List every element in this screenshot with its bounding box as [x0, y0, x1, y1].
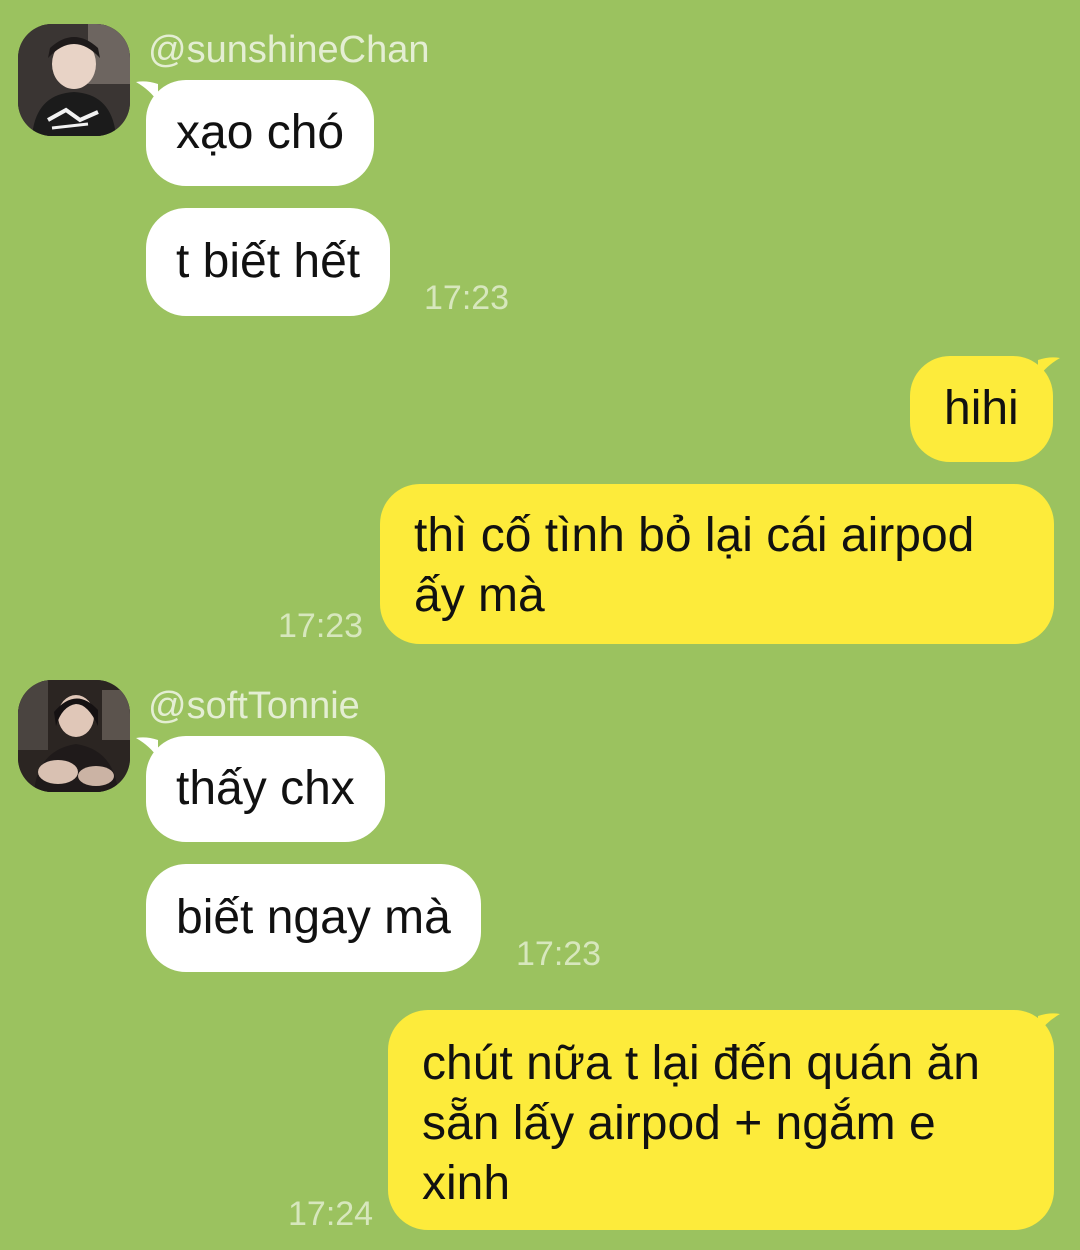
username-label: @sunshineChan: [148, 29, 430, 71]
message-bubble-incoming[interactable]: xạo chó: [146, 80, 375, 186]
avatar-sunshinechan[interactable]: [18, 24, 130, 136]
username-label: @softTonnie: [148, 685, 360, 727]
user-avatar-icon: [18, 24, 130, 136]
bubble-tail: [1038, 357, 1060, 378]
message-line: thì cố tình bỏ lại cái airpod: [414, 509, 975, 562]
message-bubble-incoming[interactable]: thấy chx: [146, 736, 385, 842]
message-timestamp: 17:24: [288, 1195, 374, 1233]
bubble-tail: [136, 737, 158, 758]
message-line: sẵn lấy airpod + ngắm e: [422, 1097, 936, 1150]
message-bubble-incoming[interactable]: biết ngay mà: [146, 864, 481, 972]
message-bubble-outgoing[interactable]: hihi: [910, 356, 1053, 462]
message-text: t biết hết: [176, 235, 361, 288]
message-text: hihi: [944, 382, 1019, 435]
message-bubble-outgoing[interactable]: thì cố tình bỏ lại cái airpod ấy mà: [380, 484, 1054, 644]
user-avatar-icon: [18, 680, 130, 792]
message-text: chút nữa t lại đến quán ăn sẵn lấy airpo…: [422, 1034, 1020, 1214]
message-text: xạo chó: [176, 106, 345, 159]
avatar-softtonnie[interactable]: [18, 680, 130, 792]
message-line: chút nữa t lại đến quán ăn: [422, 1037, 980, 1090]
message-timestamp: 17:23: [424, 279, 510, 317]
message-timestamp: 17:23: [516, 935, 602, 973]
bubble-tail: [1038, 1013, 1060, 1034]
bubble-tail: [136, 81, 158, 102]
message-text: thấy chx: [176, 762, 355, 815]
message-line: xinh: [422, 1157, 511, 1210]
message-bubble-outgoing[interactable]: chút nữa t lại đến quán ăn sẵn lấy airpo…: [388, 1010, 1054, 1230]
message-text: thì cố tình bỏ lại cái airpod ấy mà: [414, 506, 1020, 626]
message-bubble-incoming[interactable]: t biết hết: [146, 208, 391, 316]
chat-thread: @sunshineChan xạo chó t biết hết 17:23 h…: [0, 0, 1080, 1250]
message-timestamp: 17:23: [278, 607, 364, 645]
message-line: ấy mà: [414, 569, 545, 622]
message-text: biết ngay mà: [176, 891, 451, 944]
